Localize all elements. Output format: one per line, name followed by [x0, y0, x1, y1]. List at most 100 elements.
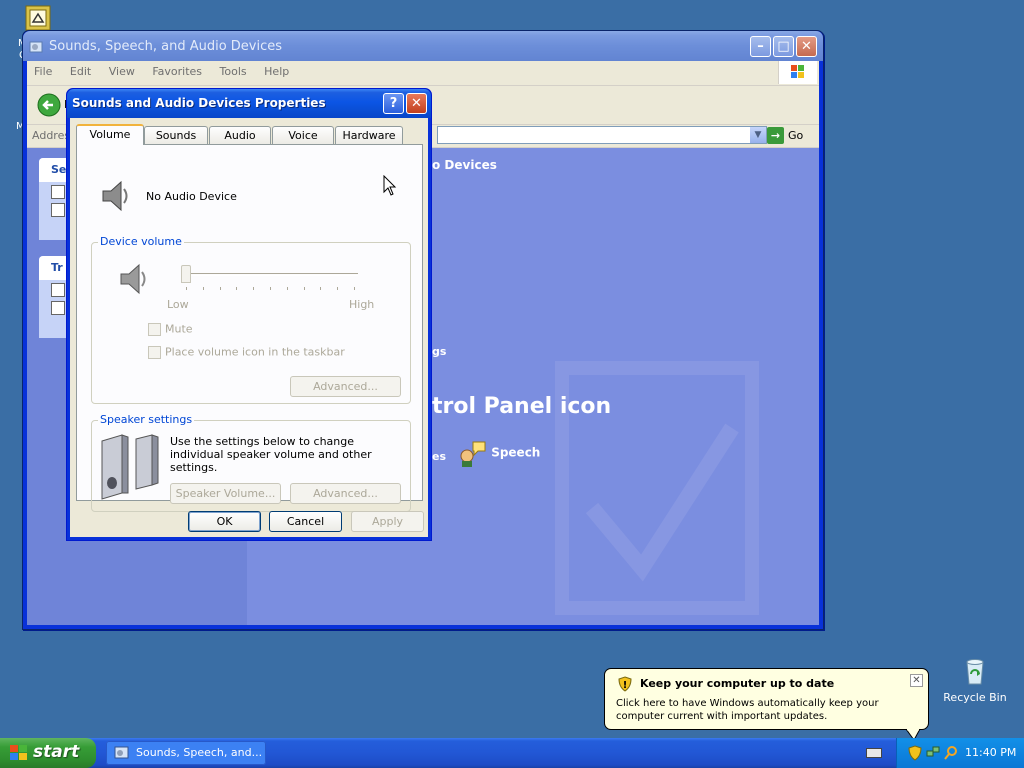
slider-tick	[303, 287, 305, 290]
link-icon	[51, 203, 65, 217]
menu-tools[interactable]: Tools	[213, 61, 254, 83]
slider-tick	[202, 287, 204, 290]
task-text-fragment[interactable]: gs	[432, 345, 446, 358]
recycle-bin-icon	[966, 659, 984, 685]
ok-button[interactable]: OK	[188, 511, 261, 532]
speaker-volume-button[interactable]: Speaker Volume...	[170, 483, 281, 504]
update-notification-balloon[interactable]: ! Keep your computer up to date ✕ Click …	[604, 668, 929, 730]
close-icon: ✕	[411, 96, 422, 111]
slider-tick	[186, 287, 187, 290]
minimize-icon: –	[757, 39, 764, 54]
mute-checkbox[interactable]: Mute	[148, 322, 193, 336]
system-tray: 11:40 PM	[896, 738, 1024, 768]
menu-help[interactable]: Help	[257, 61, 296, 83]
address-input[interactable]: ▼	[437, 126, 767, 144]
category-link-fragment[interactable]: es	[432, 450, 446, 463]
slider-tick	[337, 287, 339, 290]
dialog-body: Volume Sounds Audio Voice Hardware No Au…	[70, 118, 428, 537]
start-button[interactable]: start	[0, 738, 96, 768]
security-shield-icon: !	[618, 676, 632, 692]
explorer-title: Sounds, Speech, and Audio Devices	[49, 39, 283, 54]
windows-logo-icon	[778, 61, 817, 84]
slider-tick	[219, 287, 221, 290]
tab-volume[interactable]: Volume	[76, 124, 144, 145]
menu-bar: File Edit View Favorites Tools Help	[27, 61, 819, 86]
speakers-icon	[101, 434, 159, 500]
balloon-close-button[interactable]: ✕	[910, 674, 923, 687]
volume-slider-thumb[interactable]	[181, 265, 191, 283]
back-button[interactable]: B	[37, 93, 72, 120]
address-label: Addres	[32, 129, 71, 142]
close-icon: ✕	[912, 675, 921, 686]
explorer-titlebar[interactable]: Sounds, Speech, and Audio Devices – □ ✕	[23, 31, 823, 61]
cancel-button[interactable]: Cancel	[269, 511, 342, 532]
speaker-settings-label: Speaker settings	[98, 413, 195, 426]
speech-link[interactable]: Speech	[457, 438, 540, 468]
advanced-speaker-button[interactable]: Advanced...	[290, 483, 401, 504]
keyboard-icon[interactable]	[866, 748, 882, 758]
checkbox-box	[148, 345, 161, 359]
taskbar-window-label: Sounds, Speech, and...	[136, 746, 263, 759]
close-icon: ✕	[801, 39, 812, 54]
taskbar: start Sounds, Speech, and... 11:40 PM	[0, 738, 1024, 768]
speaker-description: Use the settings below to change individ…	[170, 435, 372, 474]
taskbar-icon-label: Place volume icon in the taskbar	[165, 345, 345, 359]
clock: 11:40 PM	[965, 746, 1017, 759]
taskbar-icon-checkbox[interactable]: Place volume icon in the taskbar	[148, 345, 345, 359]
menu-view[interactable]: View	[102, 61, 142, 83]
slider-tick	[236, 287, 238, 290]
device-volume-label: Device volume	[98, 235, 184, 248]
back-arrow-icon	[37, 93, 61, 117]
go-button[interactable]: → Go	[767, 127, 803, 144]
tab-sounds[interactable]: Sounds	[144, 126, 208, 144]
slider-tick	[286, 287, 288, 290]
help-icon	[51, 301, 65, 315]
help-button[interactable]: ?	[383, 93, 404, 114]
control-panel-icon	[29, 41, 43, 53]
address-dropdown-button[interactable]: ▼	[750, 127, 766, 143]
tab-audio[interactable]: Audio	[209, 126, 271, 144]
taskbar-window-button[interactable]: Sounds, Speech, and...	[106, 741, 266, 765]
slider-tick	[270, 287, 271, 290]
windows-flag-icon	[10, 745, 27, 760]
menu-favorites[interactable]: Favorites	[145, 61, 209, 83]
go-arrow-icon: →	[767, 127, 784, 144]
maximize-icon: □	[777, 39, 790, 54]
help-icon	[51, 283, 65, 297]
control-panel-icon	[114, 746, 129, 759]
help-icon: ?	[389, 96, 398, 111]
volume-slider-track[interactable]	[182, 273, 358, 276]
tab-voice[interactable]: Voice	[272, 126, 334, 144]
recycle-bin-label: Recycle Bin	[943, 691, 1007, 704]
slider-tick	[253, 287, 255, 290]
menu-edit[interactable]: Edit	[63, 61, 98, 83]
dialog-close-button[interactable]: ✕	[406, 93, 427, 114]
slider-low-label: Low	[167, 298, 189, 311]
network-icon[interactable]	[925, 745, 941, 761]
recycle-bin[interactable]: Recycle Bin	[940, 656, 1010, 704]
properties-dialog: Sounds and Audio Devices Properties ? ✕ …	[66, 88, 432, 541]
speaker-settings-group: Speaker settings Use the settings below …	[91, 413, 411, 512]
tab-hardware[interactable]: Hardware	[335, 126, 403, 144]
menu-file[interactable]: File	[27, 61, 59, 83]
link-icon	[51, 185, 65, 199]
mouse-cursor-icon	[383, 175, 397, 196]
dialog-titlebar[interactable]: Sounds and Audio Devices Properties ? ✕	[67, 89, 431, 118]
volume-speaker-icon	[120, 263, 146, 295]
device-name: No Audio Device	[146, 190, 237, 203]
balloon-title: Keep your computer up to date	[640, 677, 835, 690]
balloon-text: Click here to have Windows automatically…	[616, 698, 879, 722]
maximize-button[interactable]: □	[773, 36, 794, 57]
checkbox-box	[148, 322, 161, 336]
slider-high-label: High	[349, 298, 375, 311]
search-icon[interactable]	[943, 745, 959, 761]
close-button[interactable]: ✕	[796, 36, 817, 57]
minimize-button[interactable]: –	[750, 36, 771, 57]
start-label: start	[33, 742, 80, 762]
device-volume-group: Device volume Low High Mute Place volume…	[91, 235, 411, 404]
advanced-volume-button[interactable]: Advanced...	[290, 376, 401, 397]
security-shield-icon[interactable]	[907, 745, 923, 761]
apply-button[interactable]: Apply	[351, 511, 424, 532]
volume-tab-panel: No Audio Device Device volume Low High M…	[76, 144, 423, 512]
slider-tick	[320, 287, 322, 290]
